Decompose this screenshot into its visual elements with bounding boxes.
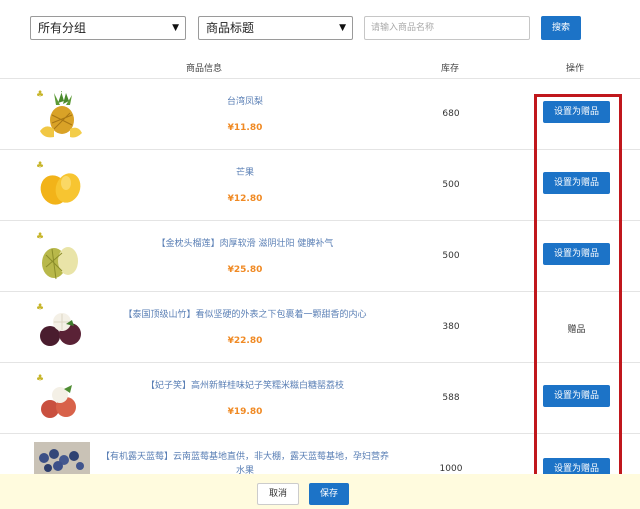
header-action: 操作 — [566, 64, 585, 74]
product-price: ¥25.80 — [227, 265, 263, 275]
group-select[interactable]: 所有分组 ▼ — [30, 16, 186, 40]
product-stock: 588 — [442, 393, 460, 403]
search-button[interactable]: 搜索 — [541, 16, 581, 40]
product-image-mango: ♣ — [32, 158, 90, 212]
svg-text:♣: ♣ — [36, 303, 44, 313]
group-select-value: 所有分组 — [38, 21, 87, 35]
product-title[interactable]: 【妃子笑】高州新鲜桂味妃子笑糯米糍白糖罂荔枝 — [100, 379, 390, 393]
product-title[interactable]: 【金枕头榴莲】肉厚软滑 滋阴壮阳 健脾补气 — [100, 237, 390, 251]
product-image-lychee: ♣ — [32, 371, 90, 425]
product-price: ¥12.80 — [227, 194, 263, 204]
search-input[interactable]: 请输入商品名称 — [364, 16, 530, 40]
footer-action-bar: 取消 保存 — [0, 474, 640, 509]
table-header: 商品信息 库存 操作 — [0, 56, 640, 78]
header-stock: 库存 — [441, 64, 460, 74]
product-image-pineapple: ♣ — [32, 87, 90, 141]
svg-text:♣: ♣ — [36, 232, 44, 242]
product-stock: 680 — [442, 109, 460, 119]
product-title[interactable]: 芒果 — [100, 166, 390, 180]
product-title[interactable]: 【泰国顶级山竹】看似坚硬的外表之下包裹着一颗甜香的内心 — [100, 308, 390, 322]
product-price: ¥11.80 — [227, 123, 263, 133]
chevron-down-icon: ▼ — [339, 23, 346, 33]
product-stock: 1000 — [439, 464, 463, 474]
product-stock: 500 — [442, 180, 460, 190]
save-button[interactable]: 保存 — [309, 483, 349, 505]
svg-text:♣: ♣ — [36, 90, 44, 100]
cancel-button[interactable]: 取消 — [257, 483, 299, 505]
action-column-highlight — [534, 94, 622, 491]
product-image-mangosteen: ♣ — [32, 300, 90, 354]
field-select[interactable]: 商品标题 ▼ — [198, 16, 353, 40]
product-stock: 500 — [442, 251, 460, 261]
svg-text:♣: ♣ — [36, 374, 44, 384]
product-price: ¥22.80 — [227, 336, 263, 346]
filter-bar: 所有分组 ▼ 商品标题 ▼ 请输入商品名称 搜索 — [0, 0, 640, 56]
field-select-value: 商品标题 — [206, 21, 255, 35]
svg-text:♣: ♣ — [36, 161, 44, 171]
product-stock: 380 — [442, 322, 460, 332]
product-price: ¥19.80 — [227, 407, 263, 417]
chevron-down-icon: ▼ — [172, 23, 179, 33]
product-title[interactable]: 台湾凤梨 — [100, 95, 390, 109]
header-product-info: 商品信息 — [186, 64, 223, 74]
product-image-durian: ♣ — [32, 229, 90, 283]
